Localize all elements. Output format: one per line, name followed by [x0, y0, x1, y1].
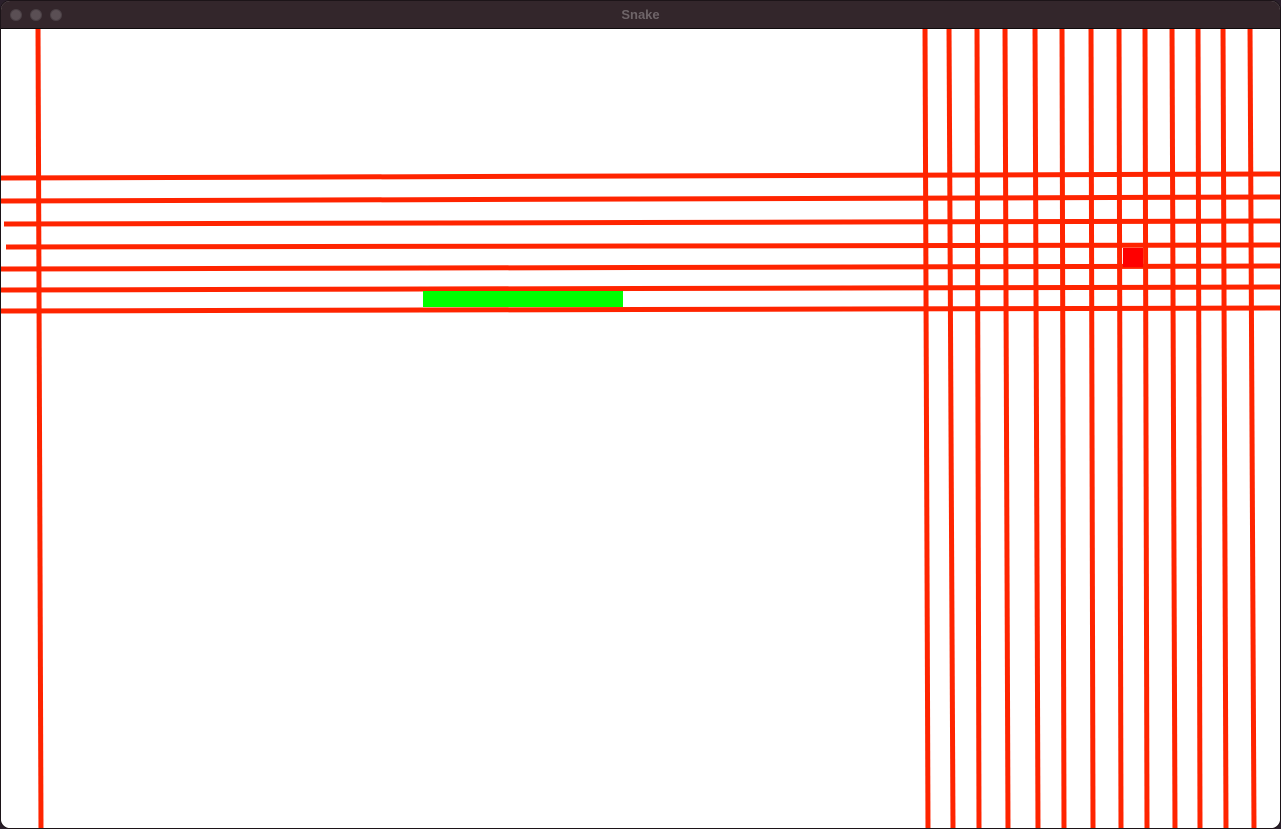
- maximize-window-button[interactable]: [50, 9, 62, 21]
- game-board[interactable]: [1, 29, 1280, 828]
- minimize-window-button[interactable]: [30, 9, 42, 21]
- vertical-line: [1169, 29, 1178, 828]
- food-item: [1123, 248, 1143, 267]
- title-bar[interactable]: Snake: [1, 1, 1280, 29]
- vertical-line: [35, 29, 44, 828]
- vertical-line: [1088, 29, 1096, 828]
- vertical-line: [946, 29, 956, 828]
- vertical-line: [974, 29, 982, 828]
- app-window: Snake: [0, 0, 1281, 829]
- horizontal-line: [1, 263, 1280, 272]
- vertical-line: [1195, 29, 1203, 828]
- vertical-line: [1220, 29, 1229, 828]
- horizontal-line: [1, 305, 1280, 314]
- vertical-line: [1032, 29, 1041, 828]
- vertical-line: [1142, 29, 1150, 828]
- vertical-lines: [35, 29, 1257, 828]
- vertical-line: [1247, 29, 1257, 828]
- game-canvas: [1, 29, 1280, 828]
- vertical-line: [1002, 29, 1011, 828]
- vertical-line: [922, 29, 931, 828]
- close-window-button[interactable]: [10, 9, 22, 21]
- window-title: Snake: [621, 7, 660, 22]
- horizontal-line: [1, 284, 1280, 293]
- snake-body: [423, 291, 623, 307]
- vertical-line: [1059, 29, 1067, 828]
- vertical-line: [1116, 29, 1124, 828]
